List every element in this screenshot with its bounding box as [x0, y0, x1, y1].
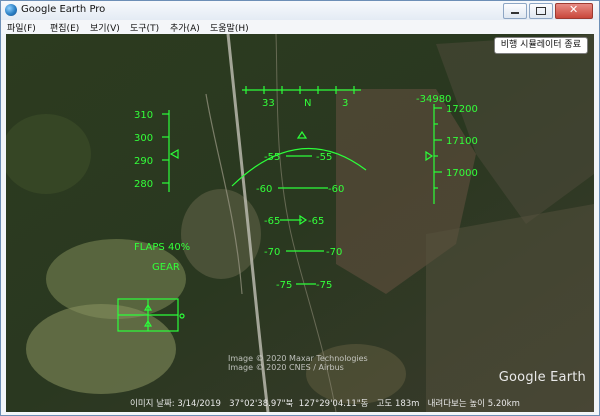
heading-label-left: 33: [262, 98, 275, 109]
menu-tools[interactable]: 도구(T): [130, 21, 159, 34]
title-bar: Google Earth Pro ✕: [1, 1, 599, 21]
speed-tick-300: 300: [134, 133, 153, 144]
app-window: Google Earth Pro ✕ 파일(F) 편집(E) 보기(V) 도구(…: [0, 0, 600, 416]
restore-button[interactable]: [529, 3, 553, 19]
restore-icon: [536, 7, 546, 15]
credit-line: Image © 2020 Maxar Technologies: [228, 354, 368, 363]
image-date-label: 이미지 날짜:: [130, 399, 175, 409]
close-icon: ✕: [569, 3, 579, 16]
altitude-tick-17200: 17200: [446, 104, 478, 115]
speed-tick-290: 290: [134, 156, 153, 167]
speed-tick-310: 310: [134, 110, 153, 121]
flaps-indicator: FLAPS 40%: [134, 242, 190, 253]
google-earth-icon: [5, 4, 17, 16]
credit-line: Image © 2020 CNES / Airbus: [228, 363, 344, 372]
eye-altitude: 5.20km: [487, 399, 520, 409]
speed-tick-280: 280: [134, 179, 153, 190]
heading-label-right: 3: [342, 98, 348, 109]
pitch-label: -65: [308, 216, 324, 227]
altitude-tick-17100: 17100: [446, 136, 478, 147]
earth-view[interactable]: 33 N 3 310 300 290 280 -34980 17200 1710…: [6, 34, 594, 412]
exit-flight-simulator-button[interactable]: 비행 시뮬레이터 종료: [493, 37, 588, 54]
pitch-label: -60: [256, 184, 272, 195]
pitch-label: -60: [328, 184, 344, 195]
longitude: 127°29'04.11"동: [298, 399, 369, 409]
pitch-label: -70: [264, 247, 280, 258]
menu-bar: 파일(F) 편집(E) 보기(V) 도구(T) 추가(A) 도움말(H): [1, 20, 599, 34]
pitch-label: -55: [316, 152, 332, 163]
pitch-label: -65: [264, 216, 280, 227]
minimize-icon: [511, 12, 519, 14]
pitch-label: -55: [264, 152, 280, 163]
image-date: 3/14/2019: [177, 399, 221, 409]
menu-add[interactable]: 추가(A): [170, 21, 200, 34]
pitch-label: -75: [276, 280, 292, 291]
google-earth-logo: Google Earth: [498, 370, 586, 385]
pitch-label: -70: [326, 247, 342, 258]
minimize-button[interactable]: [503, 3, 527, 19]
pitch-label: -75: [316, 280, 332, 291]
close-button[interactable]: ✕: [555, 3, 593, 19]
heading-label-center: N: [304, 98, 311, 109]
latitude: 37°02'38.97"북: [229, 399, 294, 409]
window-title: Google Earth Pro: [21, 4, 106, 15]
menu-help[interactable]: 도움말(H): [210, 21, 249, 34]
altitude-tick-17000: 17000: [446, 168, 478, 179]
elevation-label: 고도: [376, 399, 393, 409]
imagery-credits: Image © 2020 Maxar Technologies Image © …: [228, 354, 368, 372]
menu-edit[interactable]: 편집(E): [50, 21, 79, 34]
status-bar: 이미지 날짜: 3/14/2019 37°02'38.97"북 127°29'0…: [130, 397, 520, 409]
eye-altitude-label: 내려다보는 높이: [427, 399, 486, 409]
window-controls: ✕: [503, 3, 593, 19]
menu-view[interactable]: 보기(V): [90, 21, 120, 34]
elevation: 183m: [394, 399, 420, 409]
gear-indicator: GEAR: [152, 262, 180, 273]
menu-file[interactable]: 파일(F): [7, 21, 36, 34]
